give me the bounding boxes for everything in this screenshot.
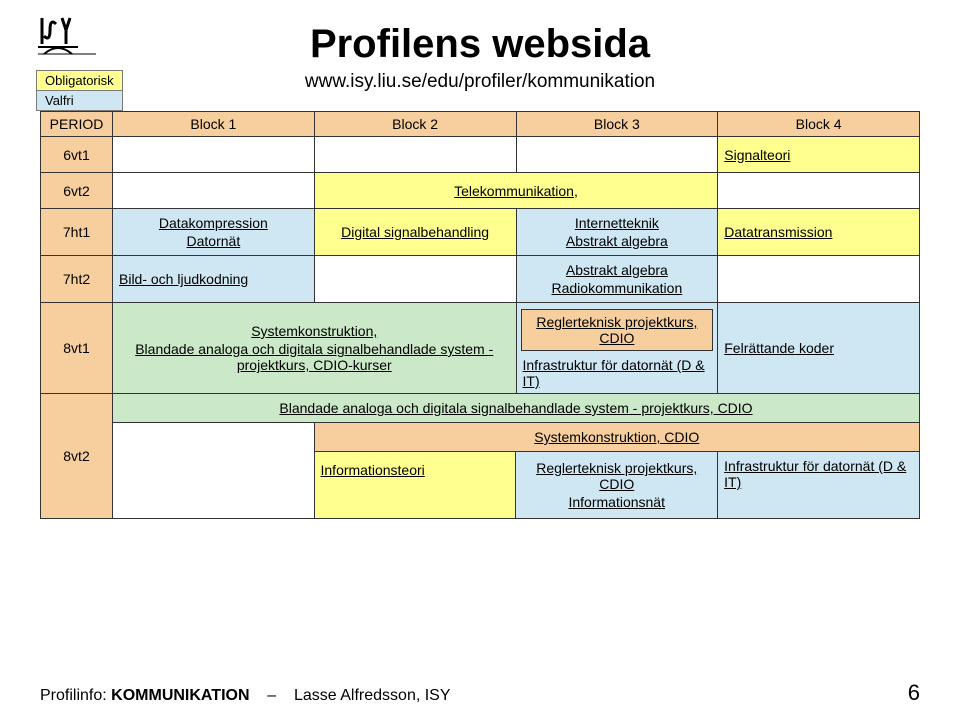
course-abstrakt1[interactable]: Abstrakt algebra [523,233,712,249]
cell: Internetteknik Abstrakt algebra [516,209,718,256]
cell [718,173,920,209]
cell: Systemkonstruktion, Blandade analoga och… [113,303,517,394]
period-8vt1: 8vt1 [41,303,113,394]
period-6vt1: 6vt1 [41,137,113,173]
course-datakompression[interactable]: Datakompression [119,215,308,231]
course-felrattande[interactable]: Felrättande koder [724,340,834,356]
footer-author: Lasse Alfredsson, ISY [294,687,451,704]
legend-obligatorisk: Obligatorisk [37,71,122,91]
cell: Abstrakt algebra Radiokommunikation [516,256,718,303]
course-reglerteknisk2[interactable]: Reglerteknisk projektkurs, CDIO [522,460,711,492]
cell [314,256,516,303]
period-7ht1: 7ht1 [41,209,113,256]
course-informationsteori[interactable]: Informationsteori [321,462,425,478]
course-infrastruktur2[interactable]: Infrastruktur för datornät (D & IT) [724,458,906,490]
page-number: 6 [908,680,920,706]
th-b3: Block 3 [516,112,718,137]
cell: Felrättande koder [718,303,920,394]
course-digital-signal[interactable]: Digital signalbehandling [341,224,489,240]
course-infrastruktur[interactable]: Infrastruktur för datornät (D & IT) [523,357,705,389]
cell: Telekommunikation, [314,173,718,209]
course-datatransmission[interactable]: Datatransmission [724,224,832,240]
course-abstrakt2[interactable]: Abstrakt algebra [523,262,712,278]
course-reglerteknisk[interactable]: Reglerteknisk projektkurs, CDIO [536,314,697,346]
th-b4: Block 4 [718,112,920,137]
cell [516,137,718,173]
course-informationsnat[interactable]: Informationsnät [522,494,711,510]
course-radiokomm[interactable]: Radiokommunikation [523,280,712,296]
cell: Signalteori [718,137,920,173]
period-6vt2: 6vt2 [41,173,113,209]
cell: Reglerteknisk projektkurs, CDIO Infrastr… [516,303,718,394]
footer-profilinfo-value: KOMMUNIKATION [111,687,249,704]
course-systemkonstruktion[interactable]: Systemkonstruktion, [119,323,510,339]
sub-reglerteknisk: Reglerteknisk projektkurs, CDIO [521,309,714,351]
footer-profilinfo-label: Profilinfo: [40,687,107,704]
logo-icon [36,14,116,63]
course-bild-ljud[interactable]: Bild- och ljudkodning [119,271,248,287]
course-blandade-full[interactable]: Blandade analoga och digitala signalbeha… [279,400,752,416]
cell: Datatransmission [718,209,920,256]
th-b1: Block 1 [113,112,315,137]
footer: Profilinfo: KOMMUNIKATION – Lasse Alfred… [40,680,920,706]
th-period: PERIOD [41,112,113,137]
cell [718,256,920,303]
schedule-table: PERIOD Block 1 Block 2 Block 3 Block 4 6… [40,111,920,519]
page-title: Profilens websida [40,22,920,67]
cell: Blandade analoga och digitala signalbeha… [113,394,920,519]
footer-sep: – [267,687,276,704]
cell [113,173,315,209]
cell: Datakompression Datornät [113,209,315,256]
page-url: www.isy.liu.se/edu/profiler/kommunikatio… [40,71,920,93]
course-blandade-cdio-kurser[interactable]: Blandade analoga och digitala signalbeha… [119,341,510,373]
cell [113,137,315,173]
period-8vt2: 8vt2 [41,394,113,519]
course-datornat[interactable]: Datornät [119,233,308,249]
cell: Bild- och ljudkodning [113,256,315,303]
cell [314,137,516,173]
cell: Digital signalbehandling [314,209,516,256]
period-7ht2: 7ht2 [41,256,113,303]
course-signalteori[interactable]: Signalteori [724,147,790,163]
course-internetteknik[interactable]: Internetteknik [523,215,712,231]
th-b2: Block 2 [314,112,516,137]
legend-box: Obligatorisk Valfri [36,70,123,111]
course-telekom[interactable]: Telekommunikation, [454,183,578,199]
legend-valfri: Valfri [37,91,122,110]
course-systemkonstruktion-cdio[interactable]: Systemkonstruktion, CDIO [534,429,699,445]
